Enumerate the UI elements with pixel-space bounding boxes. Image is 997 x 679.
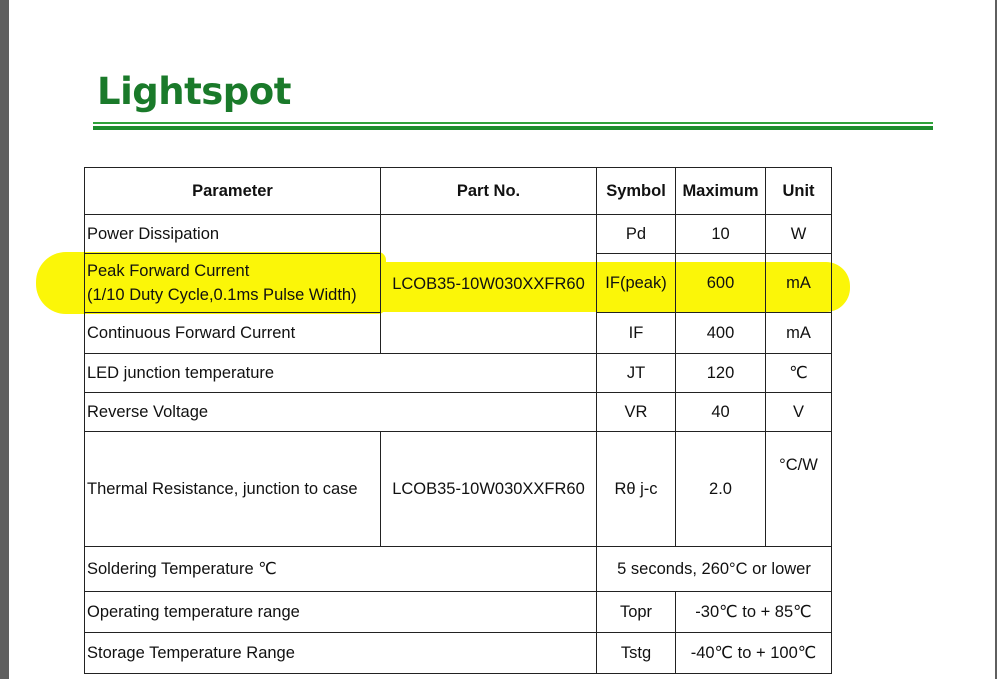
absolute-maximum-ratings-table: Parameter Part No. Symbol Maximum Unit P… xyxy=(84,167,832,674)
col-header-maximum: Maximum xyxy=(675,167,766,215)
table-row: Reverse Voltage VR 40 V xyxy=(84,392,832,432)
symbol-cell: Tstg xyxy=(596,632,676,674)
symbol-cell: Pd xyxy=(596,214,676,254)
table-row: Storage Temperature Range Tstg -40℃ to +… xyxy=(84,632,832,674)
param-cell: Thermal Resistance, junction to case xyxy=(84,431,381,547)
symbol-cell: IF xyxy=(596,312,676,354)
range-cell: -30℃ to + 85℃ xyxy=(675,591,832,633)
range-cell: -40℃ to + 100℃ xyxy=(675,632,832,674)
param-cell: Peak Forward Current (1/10 Duty Cycle,0.… xyxy=(84,253,381,313)
header-rule-thick xyxy=(93,126,933,130)
table-row: Operating temperature range Topr -30℃ to… xyxy=(84,591,832,633)
param-cell: LED junction temperature xyxy=(84,353,597,393)
param-line-1: Peak Forward Current xyxy=(87,262,250,280)
table-header-row: Parameter Part No. Symbol Maximum Unit xyxy=(84,167,832,215)
table-row: Power Dissipation LCOB35-10W030XXFR60 Pd… xyxy=(84,214,832,354)
symbol-cell: VR xyxy=(596,392,676,432)
maximum-cell: 120 xyxy=(675,353,766,393)
unit-cell: ℃ xyxy=(765,353,832,393)
col-header-part-no: Part No. xyxy=(380,167,597,215)
table-row: Thermal Resistance, junction to case LCO… xyxy=(84,431,832,547)
symbol-cell: Rθ j-c xyxy=(596,431,676,547)
param-cell: Storage Temperature Range xyxy=(84,632,597,674)
maximum-cell: 400 xyxy=(675,312,766,354)
param-cell: Soldering Temperature ℃ xyxy=(84,546,597,592)
maximum-cell: 600 xyxy=(675,253,766,313)
unit-cell: mA xyxy=(765,253,832,313)
header-rule-thin xyxy=(93,122,933,124)
symbol-cell: Topr xyxy=(596,591,676,633)
part-no-cell: LCOB35-10W030XXFR60 xyxy=(380,214,597,354)
col-header-parameter: Parameter xyxy=(84,167,381,215)
part-no-cell: LCOB35-10W030XXFR60 xyxy=(380,431,597,547)
unit-cell: V xyxy=(765,392,832,432)
param-cell: Operating temperature range xyxy=(84,591,597,633)
unit-cell: W xyxy=(765,214,832,254)
symbol-cell: JT xyxy=(596,353,676,393)
maximum-cell: 2.0 xyxy=(675,431,766,547)
maximum-cell: 10 xyxy=(675,214,766,254)
col-header-unit: Unit xyxy=(765,167,832,215)
symbol-cell: IF(peak) xyxy=(596,253,676,313)
col-header-symbol: Symbol xyxy=(596,167,676,215)
maximum-cell: 40 xyxy=(675,392,766,432)
param-cell: Continuous Forward Current xyxy=(84,312,381,354)
brand-logo: Lightspot xyxy=(97,70,291,113)
unit-cell: mA xyxy=(765,312,832,354)
param-cell: Reverse Voltage xyxy=(84,392,597,432)
param-line-2: (1/10 Duty Cycle,0.1ms Pulse Width) xyxy=(87,286,357,304)
value-cell: 5 seconds, 260°C or lower xyxy=(596,546,832,592)
table-row: Soldering Temperature ℃ 5 seconds, 260°C… xyxy=(84,546,832,592)
table-row: LED junction temperature JT 120 ℃ xyxy=(84,353,832,393)
param-cell: Power Dissipation xyxy=(84,214,381,254)
unit-cell: °C/W xyxy=(765,431,832,547)
